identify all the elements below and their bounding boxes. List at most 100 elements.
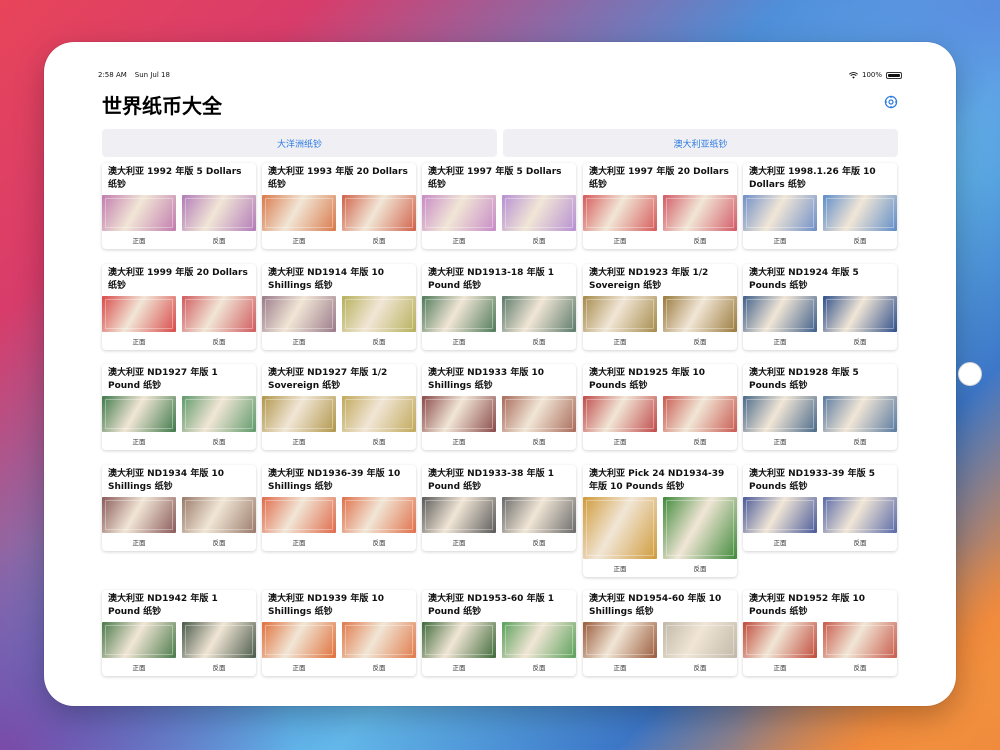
banknote-back-image[interactable] [823,396,897,432]
banknote-front-image[interactable] [583,296,657,332]
label-front: 正面 [773,438,787,446]
label-back: 反面 [853,338,867,346]
banknote-back-image[interactable] [182,497,256,533]
banknote-front-image[interactable] [583,497,657,559]
settings-icon[interactable] [884,95,898,109]
banknote-card[interactable]: 澳大利亚 ND1927 年版 1 Pound 纸钞 正面 反面 [102,364,256,450]
banknote-card[interactable]: 澳大利亚 ND1933 年版 10 Shillings 纸钞 正面 反面 [422,364,576,450]
label-front: 正面 [613,438,627,446]
banknote-card[interactable]: 澳大利亚 ND1927 年版 1/2 Sovereign 纸钞 正面 反面 [262,364,416,450]
banknote-card[interactable]: 澳大利亚 ND1936-39 年版 10 Shillings 纸钞 正面 反面 [262,465,416,551]
banknote-back-image[interactable] [663,622,737,658]
banknote-card[interactable]: 澳大利亚 ND1954-60 年版 10 Shillings 纸钞 正面 反面 [583,590,737,676]
banknote-back-image[interactable] [663,296,737,332]
banknote-back-image[interactable] [823,497,897,533]
banknote-card[interactable]: 澳大利亚 ND1928 年版 5 Pounds 纸钞 正面 反面 [743,364,897,450]
banknote-front-image[interactable] [102,497,176,533]
label-back: 反面 [693,664,707,672]
banknote-front-image[interactable] [422,296,496,332]
banknote-front-image[interactable] [743,396,817,432]
label-back: 反面 [212,539,226,547]
banknote-front-image[interactable] [422,396,496,432]
ipad-frame: 2:58 AM Sun Jul 18 100% 世界纸币大全 大洋洲纸钞 澳大利… [44,42,982,706]
banknote-card[interactable]: 澳大利亚 1993 年版 20 Dollars 纸钞 正面 反面 [262,163,416,249]
banknote-card[interactable]: 澳大利亚 1992 年版 5 Dollars 纸钞 正面 反面 [102,163,256,249]
label-back: 反面 [372,539,386,547]
banknote-front-image[interactable] [262,296,336,332]
banknote-card[interactable]: 澳大利亚 ND1942 年版 1 Pound 纸钞 正面 反面 [102,590,256,676]
label-back: 反面 [212,664,226,672]
battery-percent: 100% [861,71,882,79]
banknote-card[interactable]: 澳大利亚 1999 年版 20 Dollars 纸钞 正面 反面 [102,264,256,350]
banknote-card[interactable]: 澳大利亚 ND1914 年版 10 Shillings 纸钞 正面 反面 [262,264,416,350]
banknote-card[interactable]: 澳大利亚 ND1933-38 年版 1 Pound 纸钞 正面 反面 [422,465,576,551]
label-back: 反面 [532,237,546,245]
banknote-back-image[interactable] [502,622,576,658]
banknote-back-image[interactable] [182,396,256,432]
banknote-card[interactable]: 澳大利亚 ND1913-18 年版 1 Pound 纸钞 正面 反面 [422,264,576,350]
label-back: 反面 [693,438,707,446]
banknote-back-image[interactable] [182,296,256,332]
banknote-front-image[interactable] [102,396,176,432]
banknote-back-image[interactable] [342,396,416,432]
banknote-front-image[interactable] [422,195,496,231]
banknote-back-image[interactable] [342,195,416,231]
banknote-front-image[interactable] [743,195,817,231]
banknote-card[interactable]: 澳大利亚 ND1953-60 年版 1 Pound 纸钞 正面 反面 [422,590,576,676]
banknote-card[interactable]: 澳大利亚 ND1933-39 年版 5 Pounds 纸钞 正面 反面 [743,465,897,551]
home-button[interactable] [958,362,982,386]
banknote-front-image[interactable] [422,622,496,658]
label-back: 反面 [372,438,386,446]
banknote-front-image[interactable] [102,195,176,231]
banknote-front-image[interactable] [583,195,657,231]
wifi-icon [849,71,858,79]
banknote-back-image[interactable] [182,195,256,231]
banknote-front-image[interactable] [583,396,657,432]
banknote-front-image[interactable] [262,497,336,533]
banknote-back-image[interactable] [823,296,897,332]
banknote-front-image[interactable] [743,497,817,533]
banknote-card[interactable]: 澳大利亚 1998.1.26 年版 10 Dollars 纸钞 正面 反面 [743,163,897,249]
banknote-back-image[interactable] [663,195,737,231]
banknote-title: 澳大利亚 ND1927 年版 1 Pound 纸钞 [108,368,218,391]
banknote-title: 澳大利亚 1993 年版 20 Dollars 纸钞 [268,167,408,190]
banknote-card[interactable]: 澳大利亚 ND1952 年版 10 Pounds 纸钞 正面 反面 [743,590,897,676]
banknote-front-image[interactable] [583,622,657,658]
banknote-back-image[interactable] [663,497,737,559]
banknote-back-image[interactable] [182,622,256,658]
banknote-back-image[interactable] [342,622,416,658]
label-front: 正面 [452,664,466,672]
tab-oceania[interactable]: 大洋洲纸钞 [102,129,497,157]
banknote-front-image[interactable] [422,497,496,533]
banknote-front-image[interactable] [102,622,176,658]
banknote-back-image[interactable] [342,296,416,332]
banknote-back-image[interactable] [342,497,416,533]
banknote-card[interactable]: 澳大利亚 ND1924 年版 5 Pounds 纸钞 正面 反面 [743,264,897,350]
banknote-front-image[interactable] [743,296,817,332]
banknote-card[interactable]: 澳大利亚 1997 年版 5 Dollars 纸钞 正面 反面 [422,163,576,249]
banknote-back-image[interactable] [502,396,576,432]
banknote-card[interactable]: 澳大利亚 ND1934 年版 10 Shillings 纸钞 正面 反面 [102,465,256,551]
page-title: 世界纸币大全 [102,94,222,118]
banknote-front-image[interactable] [743,622,817,658]
banknote-front-image[interactable] [262,195,336,231]
banknote-card[interactable]: 澳大利亚 ND1939 年版 10 Shillings 纸钞 正面 反面 [262,590,416,676]
banknote-card[interactable]: 澳大利亚 1997 年版 20 Dollars 纸钞 正面 反面 [583,163,737,249]
banknote-front-image[interactable] [102,296,176,332]
banknote-title: 澳大利亚 ND1936-39 年版 10 Shillings 纸钞 [268,469,401,492]
banknote-back-image[interactable] [823,622,897,658]
banknote-front-image[interactable] [262,622,336,658]
tab-australia[interactable]: 澳大利亚纸钞 [503,129,898,157]
banknote-front-image[interactable] [262,396,336,432]
banknote-back-image[interactable] [823,195,897,231]
banknote-back-image[interactable] [502,296,576,332]
banknote-card[interactable]: 澳大利亚 Pick 24 ND1934-39 年版 10 Pounds 纸钞 正面… [583,465,737,577]
banknote-title: 澳大利亚 ND1923 年版 1/2 Sovereign 纸钞 [589,268,709,291]
status-date: Sun Jul 18 [134,71,170,79]
label-back: 反面 [372,664,386,672]
banknote-card[interactable]: 澳大利亚 ND1925 年版 10 Pounds 纸钞 正面 反面 [583,364,737,450]
banknote-card[interactable]: 澳大利亚 ND1923 年版 1/2 Sovereign 纸钞 正面 反面 [583,264,737,350]
banknote-back-image[interactable] [502,195,576,231]
banknote-back-image[interactable] [502,497,576,533]
banknote-back-image[interactable] [663,396,737,432]
